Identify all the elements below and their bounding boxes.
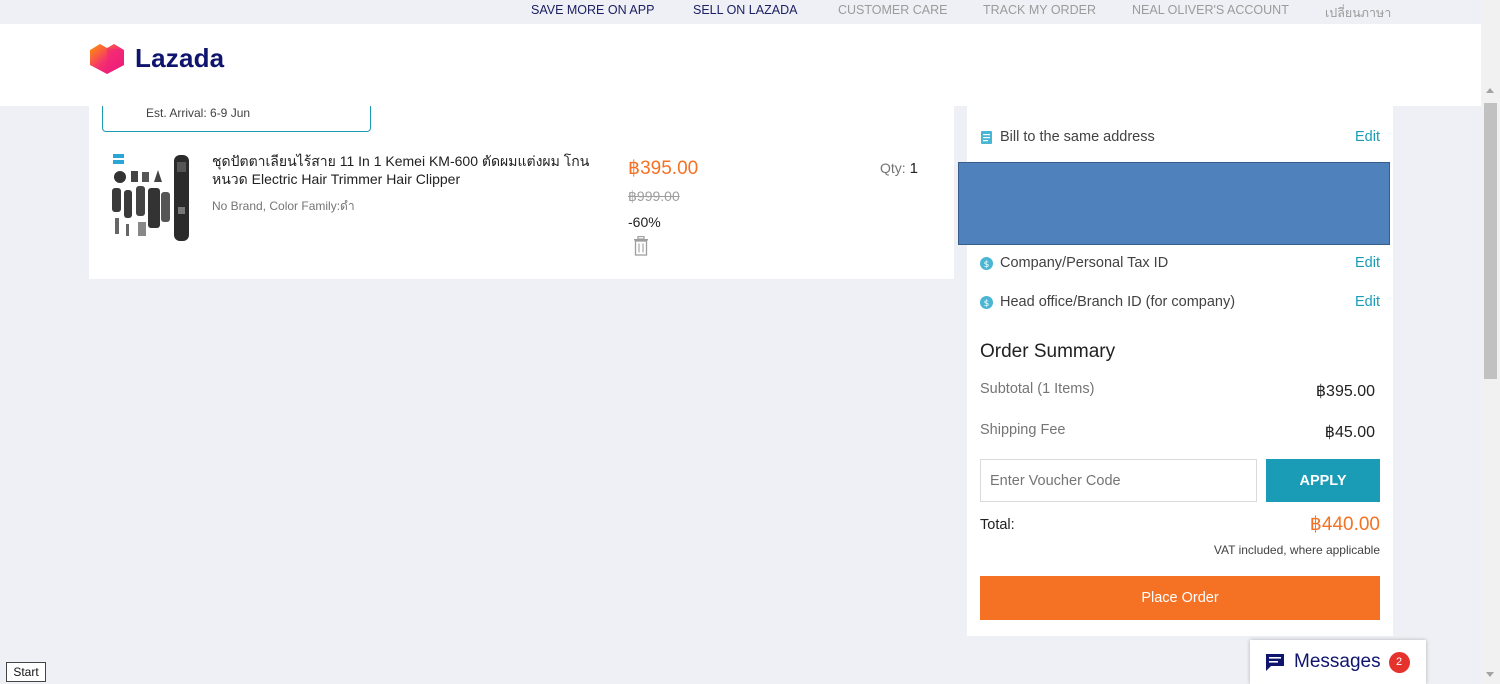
shipping-fee-value: ฿45.00	[1324, 424, 1375, 441]
product-title[interactable]: ชุดปัตตาเลียนไร้สาย 11 In 1 Kemei KM-600…	[212, 152, 617, 188]
document-icon	[981, 130, 992, 144]
total-value: ฿440.00	[1309, 514, 1380, 535]
dollar-coin-icon: $	[980, 295, 993, 309]
delivery-option-box[interactable]: Est. Arrival: 6-9 Jun	[102, 106, 371, 132]
total-label: Total:	[980, 517, 1015, 533]
est-arrival-text: Est. Arrival: 6-9 Jun	[146, 106, 251, 120]
tax-id-row: $ Company/Personal Tax ID	[980, 255, 1168, 271]
bill-same-address-label: Bill to the same address	[1000, 129, 1155, 145]
start-button[interactable]: Start	[6, 662, 46, 682]
svg-text:$: $	[984, 299, 990, 309]
tax-id-label: Company/Personal Tax ID	[1000, 255, 1169, 271]
site-header: Lazada	[0, 24, 1481, 106]
product-original-price: ฿999.00	[628, 188, 680, 204]
subtotal-value: ฿395.00	[1315, 383, 1375, 400]
messages-widget[interactable]: Messages 2	[1250, 640, 1426, 684]
edit-billing-address-link[interactable]: Edit	[1355, 129, 1380, 145]
chat-bubble-icon	[1266, 654, 1284, 671]
quantity: Qty: 1	[880, 160, 918, 177]
logo-text: Lazada	[135, 42, 225, 73]
redacted-address-block	[958, 162, 1390, 245]
place-order-button[interactable]: Place Order	[980, 576, 1380, 620]
top-utility-bar: SAVE MORE ON APP SELL ON LAZADA CUSTOMER…	[0, 0, 1481, 24]
account-link[interactable]: NEAL OLIVER'S ACCOUNT	[1132, 3, 1289, 17]
messages-label: Messages	[1294, 651, 1381, 672]
qty-label: Qty:	[880, 160, 906, 176]
product-discount: -60%	[628, 214, 661, 230]
lazada-heart-icon	[90, 44, 124, 74]
branch-id-label: Head office/Branch ID (for company)	[1000, 294, 1236, 310]
edit-branch-id-link[interactable]: Edit	[1355, 294, 1380, 310]
lazada-logo[interactable]: Lazada	[88, 41, 224, 75]
svg-text:$: $	[984, 260, 990, 270]
change-language-link[interactable]: เปลี่ยนภาษา	[1325, 3, 1391, 23]
scroll-down-arrow-icon[interactable]	[1486, 672, 1494, 677]
subtotal-label: Subtotal (1 Items)	[980, 381, 1095, 397]
sell-on-lazada-link[interactable]: SELL ON LAZADA	[693, 3, 797, 17]
apply-voucher-button[interactable]: APPLY	[1266, 459, 1380, 502]
edit-tax-id-link[interactable]: Edit	[1355, 255, 1380, 271]
order-summary-title: Order Summary	[980, 341, 1116, 362]
save-more-on-app-link[interactable]: SAVE MORE ON APP	[531, 3, 654, 17]
hair-clipper-set-image[interactable]	[110, 152, 194, 244]
bill-same-address-row: Bill to the same address	[980, 129, 1155, 145]
vat-note: VAT included, where applicable	[1213, 543, 1380, 557]
track-my-order-link[interactable]: TRACK MY ORDER	[983, 3, 1096, 17]
scroll-up-arrow-icon[interactable]	[1486, 88, 1494, 93]
dollar-coin-icon: $	[980, 256, 993, 270]
scrollbar-thumb[interactable]	[1484, 103, 1497, 379]
unread-messages-badge: 2	[1388, 651, 1410, 673]
product-price: ฿395.00	[628, 158, 699, 179]
voucher-code-input[interactable]	[980, 459, 1257, 502]
shipping-fee-label: Shipping Fee	[980, 422, 1066, 438]
qty-value: 1	[909, 160, 918, 177]
product-variant: No Brand, Color Family:ดำ	[212, 199, 355, 213]
branch-id-row: $ Head office/Branch ID (for company)	[980, 294, 1235, 310]
trash-icon[interactable]	[632, 236, 650, 256]
customer-care-link[interactable]: CUSTOMER CARE	[838, 3, 948, 17]
